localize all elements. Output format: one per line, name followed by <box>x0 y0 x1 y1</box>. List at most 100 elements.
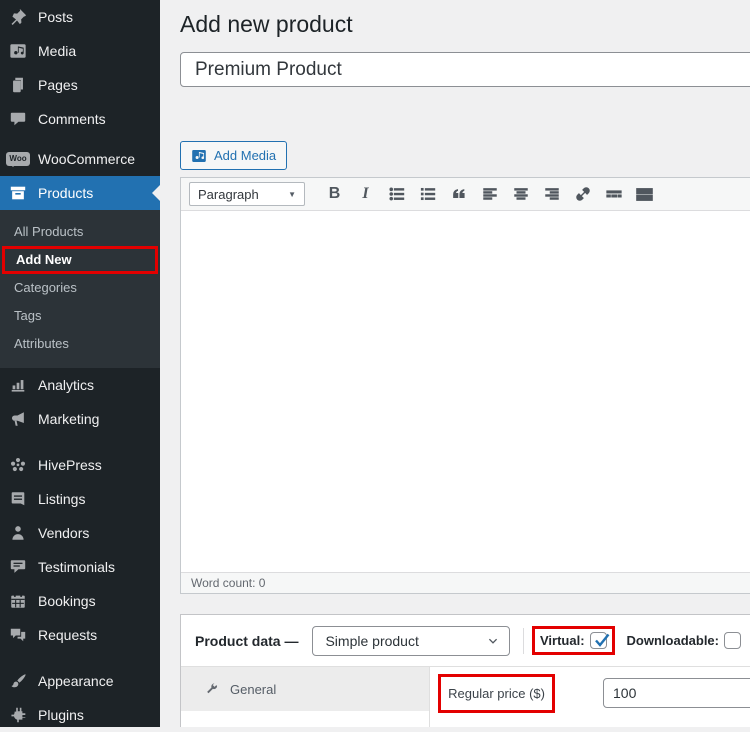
align-left-icon[interactable] <box>474 181 505 207</box>
sidebar-item-label: WooCommerce <box>38 151 135 167</box>
analytics-chart-icon <box>8 375 28 395</box>
sidebar-item-label: Pages <box>38 77 78 93</box>
product-data-panel: Product data — Simple product Virtual: D… <box>180 614 750 727</box>
add-media-icon <box>191 148 207 164</box>
person-icon <box>8 523 28 543</box>
product-title-input[interactable] <box>180 52 750 87</box>
media-icon <box>8 41 28 61</box>
sidebar-item-label: Analytics <box>38 377 95 393</box>
submenu-item-all-products[interactable]: All Products <box>0 218 160 246</box>
sidebar-item-products[interactable]: Products <box>0 176 160 210</box>
active-menu-arrow <box>144 185 160 201</box>
main-content: Add new product Add Media Paragraph ▼ B … <box>160 0 750 727</box>
sidebar-item-label: Posts <box>38 9 74 25</box>
sidebar-item-pages[interactable]: Pages <box>0 68 160 102</box>
tab-label: General <box>230 681 277 697</box>
sidebar-item-comments[interactable]: Comments <box>0 102 160 136</box>
editor-text-area[interactable] <box>181 211 750 572</box>
header-divider <box>523 627 524 654</box>
wrench-icon <box>203 681 219 697</box>
sidebar-item-media[interactable]: Media <box>0 34 160 68</box>
downloadable-checkbox[interactable] <box>724 632 741 649</box>
sidebar-item-label: Media <box>38 43 77 59</box>
regular-price-input[interactable] <box>603 678 750 708</box>
sidebar-item-label: Plugins <box>38 707 84 723</box>
sidebar-item-label: HivePress <box>38 457 102 473</box>
bulleted-list-icon[interactable] <box>381 181 412 207</box>
sidebar-item-bookings[interactable]: Bookings <box>0 584 160 618</box>
paragraph-format-label: Paragraph <box>198 186 259 202</box>
paintbrush-icon <box>8 671 28 691</box>
add-media-button[interactable]: Add Media <box>180 141 288 170</box>
listings-document-icon <box>8 489 28 509</box>
sidebar-item-label: Comments <box>38 111 106 127</box>
chevron-down-icon <box>487 635 499 647</box>
paragraph-format-select[interactable]: Paragraph ▼ <box>189 182 305 206</box>
annotation-box-regular-price: Regular price ($) <box>438 674 555 713</box>
align-right-icon[interactable] <box>536 181 567 207</box>
checkmark-icon <box>594 633 609 647</box>
page-title: Add new product <box>180 11 353 37</box>
downloadable-group: Downloadable: <box>627 632 741 649</box>
sidebar-item-requests[interactable]: Requests <box>0 618 160 652</box>
caret-down-icon: ▼ <box>288 189 296 199</box>
media-buttons-row: Add Media <box>180 141 750 170</box>
woocommerce-icon: Woo <box>6 149 30 169</box>
downloadable-label: Downloadable: <box>626 633 719 648</box>
virtual-checkbox[interactable] <box>589 632 609 649</box>
bold-button[interactable]: B <box>319 181 350 207</box>
product-data-header: Product data — Simple product Virtual: D… <box>181 615 750 667</box>
tab-inventory[interactable]: Inventory <box>181 711 429 727</box>
submenu-item-attributes[interactable]: Attributes <box>0 330 160 358</box>
editor-statusbar: Word count: 0 <box>181 572 750 593</box>
link-icon[interactable] <box>567 181 598 207</box>
product-type-select[interactable]: Simple product <box>312 625 511 656</box>
plugin-icon <box>8 705 28 725</box>
submenu-item-tags[interactable]: Tags <box>0 302 160 330</box>
megaphone-icon <box>8 409 28 429</box>
sidebar-item-listings[interactable]: Listings <box>0 482 160 516</box>
sidebar-item-vendors[interactable]: Vendors <box>0 516 160 550</box>
chat-bubbles-icon <box>8 625 28 645</box>
calendar-icon <box>8 591 28 611</box>
tab-general[interactable]: General <box>181 667 430 711</box>
sidebar-item-label: Testimonials <box>38 559 116 575</box>
sidebar-item-marketing[interactable]: Marketing <box>0 402 160 436</box>
hivepress-flower-icon <box>8 455 28 475</box>
testimonial-bubble-icon <box>8 557 28 577</box>
product-data-title: Product data — <box>195 632 299 649</box>
blockquote-icon[interactable] <box>443 181 474 207</box>
align-center-icon[interactable] <box>505 181 536 207</box>
add-media-label: Add Media <box>214 148 277 163</box>
admin-sidebar: Posts Media Pages Comments Woo WooCommer… <box>0 0 160 727</box>
products-box-icon <box>8 183 28 203</box>
sidebar-item-hivepress[interactable]: HivePress <box>0 448 160 482</box>
numbered-list-icon[interactable] <box>412 181 443 207</box>
content-editor: Paragraph ▼ B I Word count: 0 <box>180 177 750 594</box>
sidebar-item-woocommerce[interactable]: Woo WooCommerce <box>0 142 160 176</box>
product-data-body: General Inventory Regular price ($) <box>181 667 750 727</box>
sidebar-item-appearance[interactable]: Appearance <box>0 664 160 698</box>
read-more-tag-icon[interactable] <box>598 181 629 207</box>
regular-price-label: Regular price ($) <box>448 686 545 701</box>
sidebar-item-posts[interactable]: Posts <box>0 0 160 34</box>
general-tab-content: Regular price ($) <box>430 667 750 727</box>
submenu-item-add-new[interactable]: Add New <box>2 246 158 274</box>
editor-toolbar: Paragraph ▼ B I <box>181 178 750 211</box>
sidebar-item-label: Products <box>38 185 94 201</box>
sidebar-item-label: Appearance <box>38 673 114 689</box>
sidebar-item-analytics[interactable]: Analytics <box>0 368 160 402</box>
virtual-label: Virtual: <box>539 633 585 648</box>
product-type-value: Simple product <box>325 632 419 649</box>
keyboard-shortcuts-icon[interactable] <box>629 181 660 207</box>
word-count: Word count: 0 <box>191 576 266 590</box>
annotation-box-virtual: Virtual: <box>531 626 615 655</box>
submenu-item-categories[interactable]: Categories <box>0 274 160 302</box>
sidebar-item-testimonials[interactable]: Testimonials <box>0 550 160 584</box>
sidebar-item-label: Marketing <box>38 411 100 427</box>
italic-button[interactable]: I <box>350 181 381 207</box>
pages-icon <box>8 75 28 95</box>
products-submenu: All Products Add New Categories Tags Att… <box>0 210 160 368</box>
sidebar-item-label: Requests <box>38 627 98 643</box>
sidebar-item-label: Listings <box>38 491 86 507</box>
